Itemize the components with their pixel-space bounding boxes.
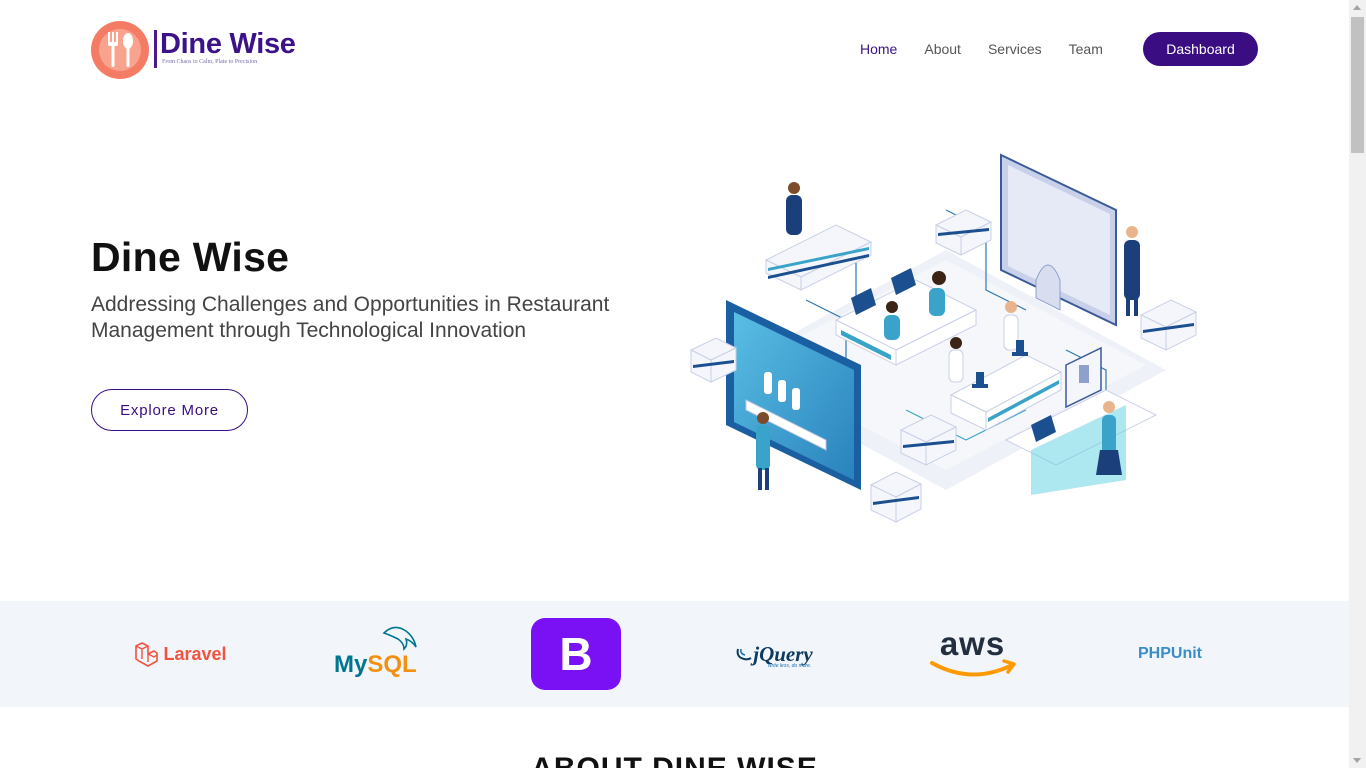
scroll-down-icon[interactable] [1353, 758, 1361, 763]
bootstrap-badge: B [531, 618, 621, 690]
nav-about[interactable]: About [924, 41, 961, 57]
mysql-sql-label: SQL [367, 651, 417, 678]
dashboard-button[interactable]: Dashboard [1143, 32, 1258, 66]
aws-smile-icon [929, 659, 1016, 677]
phpunit-label: PHPUnit [1138, 645, 1202, 662]
brand-name: Dine Wise [160, 28, 296, 60]
mysql-logo: MySQL [330, 601, 425, 707]
jquery-tagline: write less, do more. [768, 663, 812, 669]
scrollbar-thumb[interactable] [1351, 17, 1364, 153]
nav-services[interactable]: Services [988, 41, 1042, 57]
brand-logo[interactable]: Dine Wise From Chaos to Calm, Plate to P… [90, 20, 310, 80]
about-heading: ABOUT DINE WISE [0, 752, 1349, 768]
page-scrollbar[interactable] [1349, 0, 1366, 768]
nav-team[interactable]: Team [1069, 41, 1103, 57]
laravel-icon [135, 642, 159, 667]
brand-tagline: From Chaos to Calm, Plate to Precision [162, 59, 258, 65]
explore-more-button[interactable]: Explore More [91, 389, 248, 431]
jquery-logo: jQuery write less, do more. [728, 601, 820, 707]
hero-subtitle: Addressing Challenges and Opportunities … [91, 293, 610, 342]
aws-logo: aws [925, 601, 1020, 707]
tech-logos-strip: Laravel MySQL B jQuery write less, do mo… [0, 601, 1349, 707]
main-nav: Home About Services Team [860, 32, 1130, 66]
phpunit-logo: PHPUnit [1130, 601, 1210, 707]
mysql-my-label: My [334, 651, 368, 678]
aws-label: aws [939, 625, 1006, 662]
bootstrap-logo: B [531, 601, 621, 707]
scroll-up-icon[interactable] [1353, 5, 1361, 10]
hero-title: Dine Wise [91, 234, 290, 280]
nav-home[interactable]: Home [860, 41, 897, 57]
fork-spoon-icon [91, 21, 149, 79]
site-header: Dine Wise From Chaos to Calm, Plate to P… [0, 0, 1349, 98]
logo-divider [154, 30, 157, 68]
laravel-logo: Laravel [130, 601, 230, 707]
laravel-label: Laravel [163, 643, 227, 664]
hero-illustration [689, 153, 1198, 523]
jquery-swirl-icon [736, 648, 752, 661]
